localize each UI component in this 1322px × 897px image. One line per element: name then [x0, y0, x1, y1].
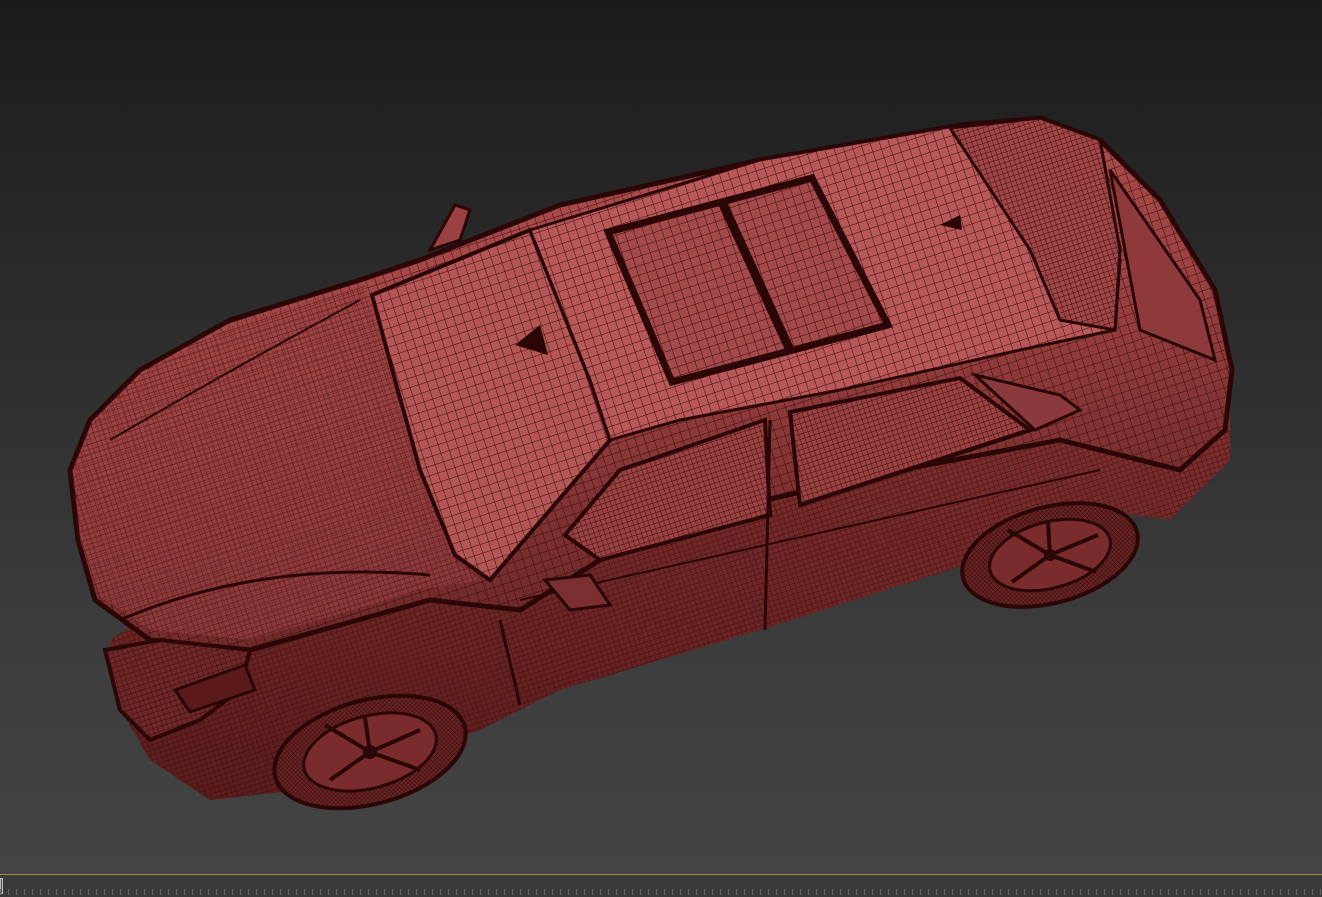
timeline-ticks — [0, 889, 1322, 895]
3d-viewport[interactable] — [0, 0, 1322, 874]
suv-model[interactable] — [67, 115, 1235, 828]
timeline-bar[interactable] — [0, 874, 1322, 897]
viewport-canvas[interactable] — [0, 0, 1322, 874]
